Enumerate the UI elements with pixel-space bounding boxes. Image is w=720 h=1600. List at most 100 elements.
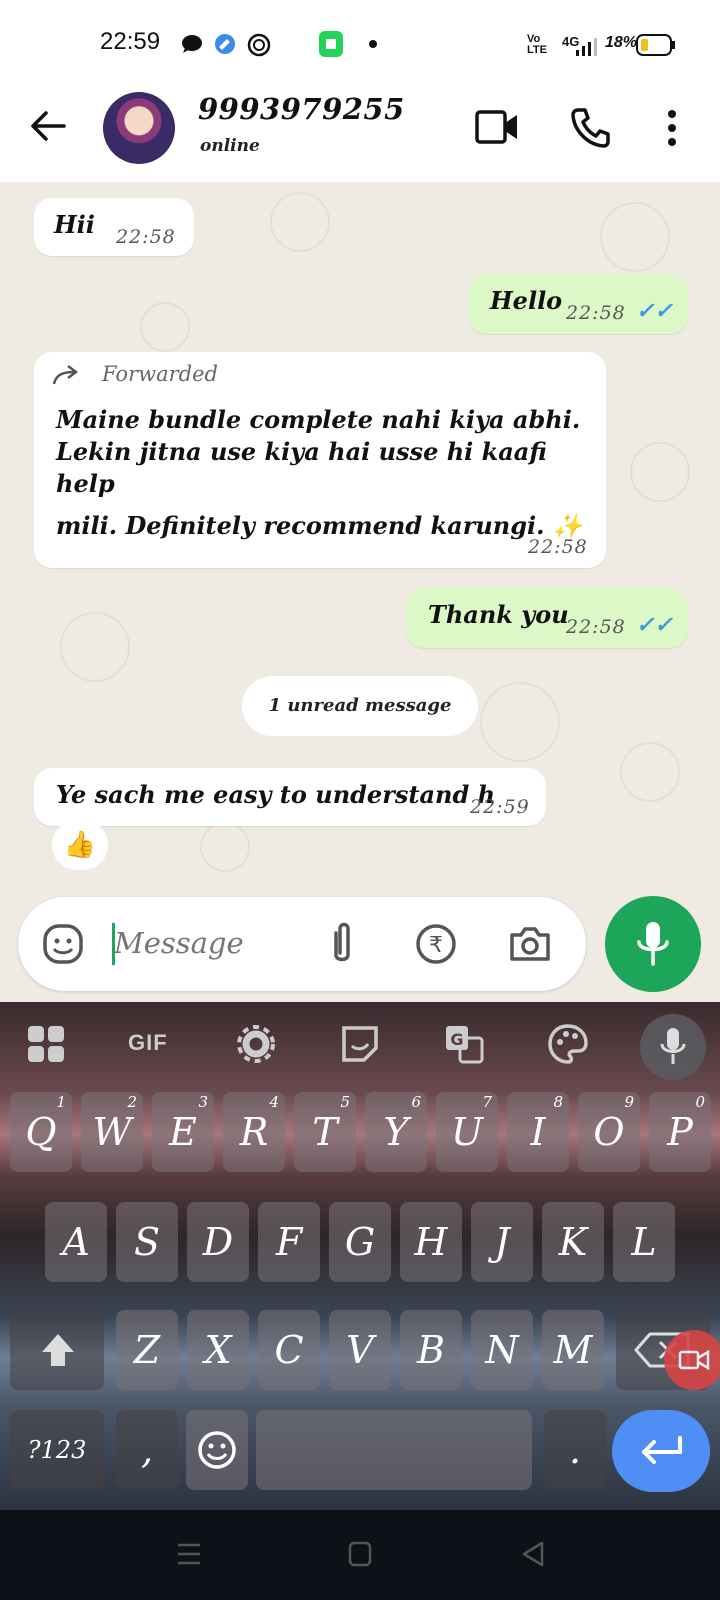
forwarded-icon (52, 365, 79, 385)
translate-icon[interactable]: G (444, 1024, 484, 1064)
video-camera-icon (678, 1349, 710, 1371)
status-bar: 22:59 Vo LTE 4G 18% (0, 0, 720, 80)
gif-button[interactable]: GIF (128, 1030, 168, 1056)
voice-call-icon[interactable] (570, 106, 612, 148)
key-m[interactable]: M (542, 1310, 604, 1390)
enter-arrow-icon (642, 1436, 682, 1464)
back-arrow-icon[interactable] (28, 108, 68, 144)
attach-icon[interactable] (328, 921, 356, 967)
key-number-hint: 2 (127, 1093, 137, 1111)
key-q[interactable]: Q1 (10, 1092, 72, 1172)
message-time: 22:58 (566, 302, 626, 324)
emoji-key[interactable] (186, 1410, 248, 1490)
settings-gear-icon[interactable] (236, 1024, 276, 1064)
message-text: Hello (490, 286, 563, 315)
back-nav-icon[interactable] (520, 1541, 546, 1567)
payment-rupee-icon[interactable]: ₹ (415, 923, 457, 965)
emoji-icon (198, 1431, 236, 1469)
key-y[interactable]: Y6 (365, 1092, 427, 1172)
key-p[interactable]: P0 (649, 1092, 711, 1172)
sticker-icon[interactable] (340, 1024, 380, 1064)
recent-apps-icon[interactable] (176, 1542, 202, 1566)
apps-grid-icon[interactable] (26, 1024, 66, 1064)
space-bar[interactable] (256, 1410, 532, 1490)
key-number-hint: 8 (553, 1093, 563, 1111)
key-l[interactable]: L (613, 1202, 675, 1282)
wallpaper-doodle (140, 302, 190, 352)
key-r[interactable]: R4 (223, 1092, 285, 1172)
theme-palette-icon[interactable] (548, 1024, 588, 1064)
app-notification-icon (215, 34, 235, 54)
key-k[interactable]: K (542, 1202, 604, 1282)
enter-key[interactable] (612, 1410, 710, 1492)
message-input[interactable] (114, 919, 314, 967)
key-n[interactable]: N (471, 1310, 533, 1390)
key-g[interactable]: G (329, 1202, 391, 1282)
avatar[interactable] (103, 92, 175, 164)
message-text: Thank you (428, 600, 569, 629)
contact-status: online (200, 136, 260, 156)
key-label: P (667, 1110, 693, 1154)
contact-name[interactable]: 9993979255 (198, 92, 405, 126)
key-z[interactable]: Z (116, 1310, 178, 1390)
key-v[interactable]: V (329, 1310, 391, 1390)
key-number-hint: 7 (482, 1093, 492, 1111)
incoming-message[interactable]: Hii 22:58 (34, 198, 194, 256)
chat-area[interactable]: Hii 22:58 Hello 22:58 ✓✓ Forwarded Maine… (0, 182, 720, 1002)
message-time: 22:59 (470, 796, 530, 818)
message-text: Maine bundle complete nahi kiya abhi. Le… (56, 404, 606, 542)
key-c[interactable]: C (258, 1310, 320, 1390)
message-line: Maine bundle complete nahi kiya abhi. (56, 405, 581, 434)
key-s[interactable]: S (116, 1202, 178, 1282)
battery-percent: 18% (605, 34, 638, 51)
message-time: 22:58 (528, 536, 588, 558)
incoming-message[interactable]: Ye sach me easy to understand h 22:59 (34, 768, 546, 826)
wallpaper-doodle (270, 192, 330, 252)
forwarded-label: Forwarded (102, 362, 218, 386)
message-time: 22:58 (566, 616, 626, 638)
navigation-bar (0, 1510, 720, 1600)
key-i[interactable]: I8 (507, 1092, 569, 1172)
period-key[interactable]: . (544, 1410, 606, 1490)
shift-arrow-icon (42, 1334, 74, 1366)
more-notifications-dot (369, 40, 377, 48)
reaction-badge[interactable]: 👍 (52, 820, 108, 870)
key-f[interactable]: F (258, 1202, 320, 1282)
sticker-emoji-icon[interactable] (42, 923, 84, 965)
microphone-icon (660, 1028, 686, 1064)
key-o[interactable]: O9 (578, 1092, 640, 1172)
key-d[interactable]: D (187, 1202, 249, 1282)
wallpaper-doodle (630, 442, 690, 502)
key-x[interactable]: X (187, 1310, 249, 1390)
key-w[interactable]: W2 (81, 1092, 143, 1172)
key-label: Y (383, 1110, 409, 1154)
key-label: O (593, 1110, 625, 1154)
outgoing-message[interactable]: Hello 22:58 ✓✓ (468, 274, 688, 334)
key-label: U (450, 1110, 484, 1154)
key-h[interactable]: H (400, 1202, 462, 1282)
key-t[interactable]: T5 (294, 1092, 356, 1172)
key-e[interactable]: E3 (152, 1092, 214, 1172)
camera-icon[interactable] (508, 925, 552, 963)
key-j[interactable]: J (471, 1202, 533, 1282)
outgoing-message[interactable]: Thank you 22:58 ✓✓ (406, 588, 688, 648)
voice-message-button[interactable] (605, 896, 701, 992)
key-a[interactable]: A (45, 1202, 107, 1282)
voice-input-button[interactable] (640, 1014, 706, 1080)
video-call-icon[interactable] (475, 110, 519, 144)
more-options-icon[interactable] (665, 108, 679, 148)
message-composer: ₹ (18, 897, 586, 991)
key-number-hint: 4 (269, 1093, 279, 1111)
home-icon[interactable] (348, 1541, 372, 1567)
key-u[interactable]: U7 (436, 1092, 498, 1172)
comma-key[interactable]: , (116, 1410, 178, 1490)
key-b[interactable]: B (400, 1310, 462, 1390)
message-time: 22:58 (116, 226, 176, 248)
floating-camera-bubble[interactable] (664, 1330, 720, 1390)
wallpaper-doodle (200, 822, 250, 872)
symbols-key[interactable]: ?123 (10, 1410, 104, 1490)
forwarded-message[interactable]: Forwarded Maine bundle complete nahi kiy… (34, 352, 606, 568)
message-line: Lekin jitna use kiya hai usse hi kaafi h… (56, 437, 547, 498)
shift-key[interactable] (10, 1310, 104, 1390)
key-number-hint: 5 (340, 1093, 350, 1111)
